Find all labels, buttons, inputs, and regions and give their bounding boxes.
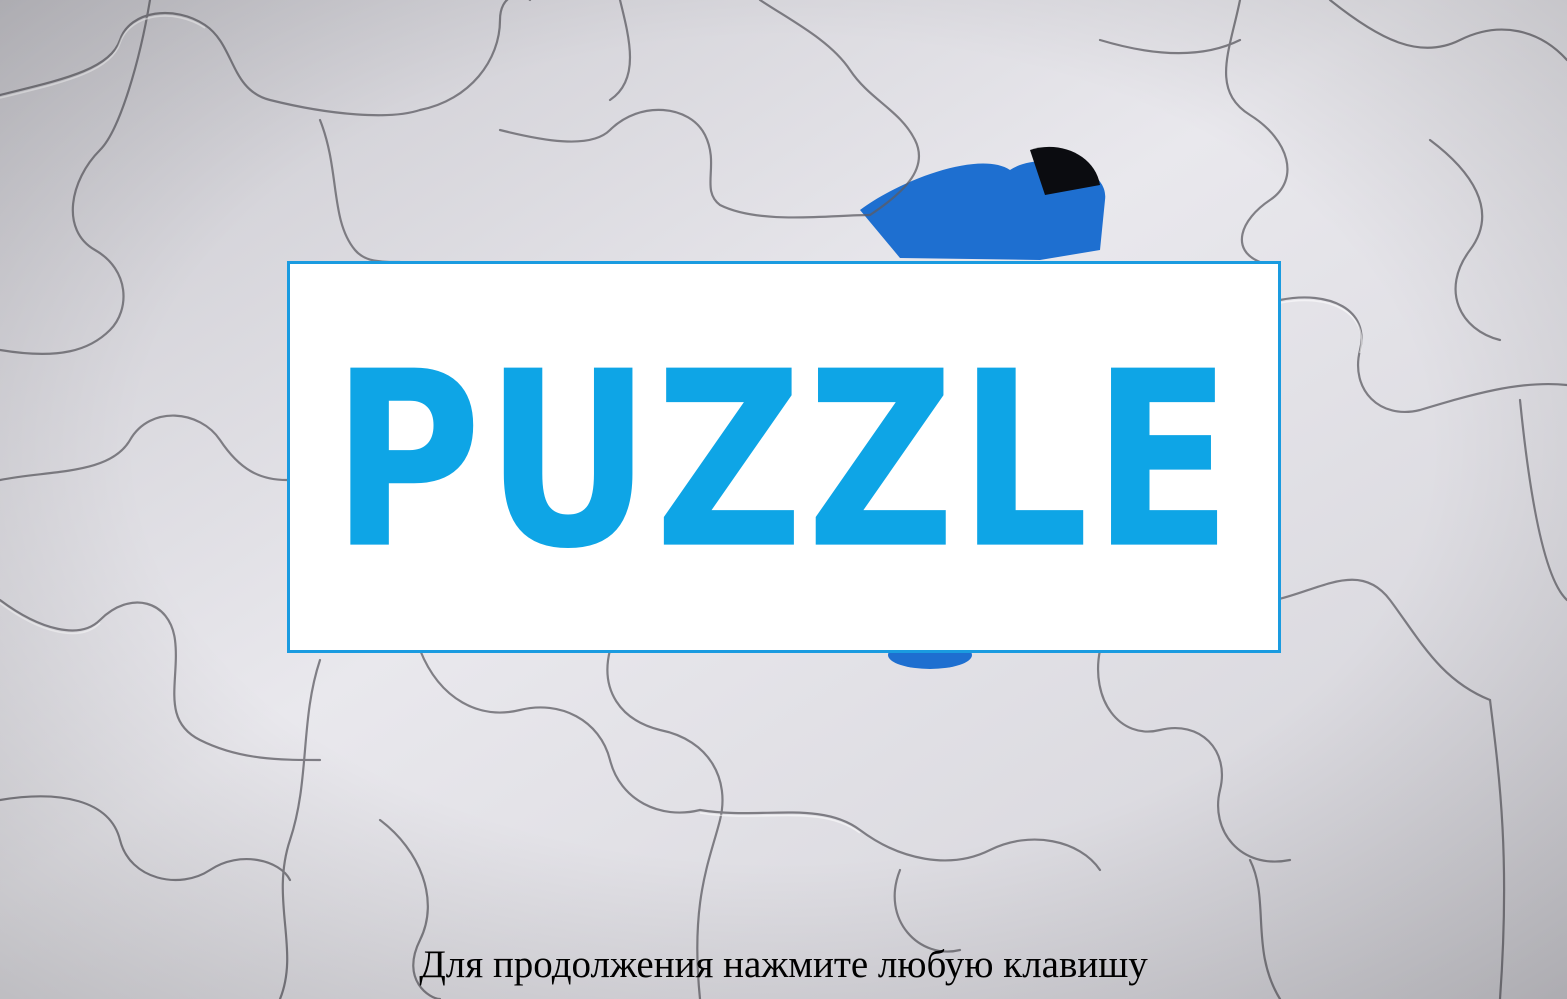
game-title: PUZZLE	[332, 320, 1236, 603]
title-screen[interactable]: PUZZLE Для продолжения нажмите любую кла…	[0, 0, 1567, 999]
title-panel: PUZZLE	[287, 261, 1281, 653]
press-any-key-prompt: Для продолжения нажмите любую клавишу	[419, 943, 1148, 986]
